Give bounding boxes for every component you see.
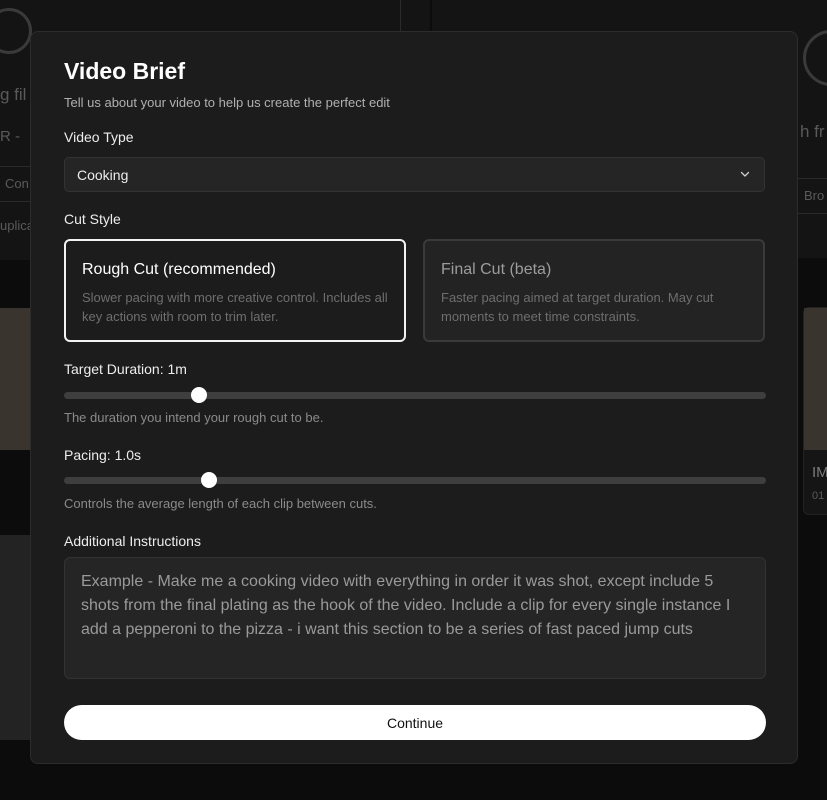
- cut-style-option-final-cut[interactable]: Final Cut (beta) Faster pacing aimed at …: [423, 239, 765, 342]
- cut-style-label: Cut Style: [64, 211, 121, 227]
- chevron-down-icon: [740, 171, 750, 177]
- background-divider: [0, 166, 30, 167]
- pacing-help: Controls the average length of each clip…: [64, 496, 377, 511]
- cut-style-option-description: Slower pacing with more creative control…: [82, 290, 388, 324]
- background-text: 01: [812, 490, 825, 502]
- additional-instructions-textarea[interactable]: Example - Make me a cooking video with e…: [64, 557, 766, 679]
- slider-track: [64, 392, 766, 399]
- modal-subtitle: Tell us about your video to help us crea…: [64, 95, 390, 110]
- background-thumbnail: [804, 308, 827, 450]
- pacing-slider[interactable]: [64, 471, 766, 489]
- background-text: h fr: [800, 122, 825, 141]
- background-divider: [798, 178, 827, 179]
- continue-button[interactable]: Continue: [64, 705, 766, 740]
- cut-style-option-title: Final Cut (beta): [441, 261, 552, 278]
- background-thumbnail: [0, 308, 30, 450]
- pacing-label: Pacing: 1.0s: [64, 447, 142, 463]
- video-brief-modal: Video Brief Tell us about your video to …: [30, 31, 798, 764]
- background-divider: [0, 201, 30, 202]
- target-duration-slider[interactable]: [64, 386, 766, 404]
- modal-title: Video Brief: [64, 58, 185, 84]
- background-divider: [798, 213, 827, 214]
- cut-style-option-rough-cut[interactable]: Rough Cut (recommended) Slower pacing wi…: [64, 239, 406, 342]
- background-text: R -: [0, 128, 20, 145]
- background-text: uplica: [0, 218, 34, 233]
- slider-thumb[interactable]: [191, 387, 208, 403]
- background-thumbnail: [0, 535, 30, 740]
- slider-track: [64, 477, 766, 484]
- slider-thumb[interactable]: [201, 472, 218, 488]
- cut-style-option-title: Rough Cut (recommended): [82, 261, 276, 278]
- background-card: IM 01: [803, 307, 827, 515]
- video-type-value: Cooking: [77, 166, 129, 183]
- target-duration-help: The duration you intend your rough cut t…: [64, 410, 324, 425]
- background-text: Con: [5, 176, 29, 191]
- cut-style-option-description: Faster pacing aimed at target duration. …: [441, 290, 714, 324]
- background-text: Bro: [804, 188, 825, 203]
- background-text: g fil: [0, 85, 27, 104]
- additional-instructions-label: Additional Instructions: [64, 533, 201, 549]
- target-duration-label: Target Duration: 1m: [64, 361, 187, 377]
- background-text: IM: [812, 464, 827, 481]
- video-type-select[interactable]: Cooking: [64, 157, 765, 192]
- video-type-label: Video Type: [64, 129, 134, 145]
